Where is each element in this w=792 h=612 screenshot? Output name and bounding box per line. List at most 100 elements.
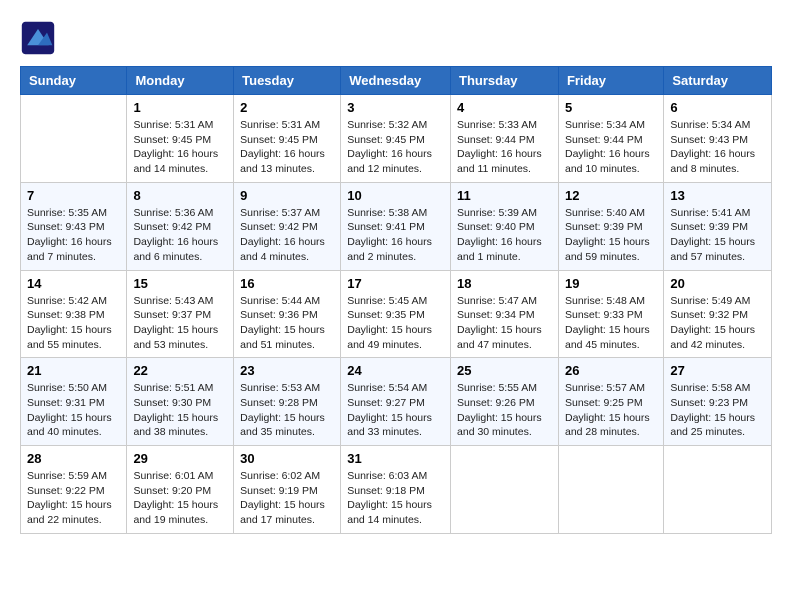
cell-info: Sunrise: 5:48 AM Sunset: 9:33 PM Dayligh… [565, 294, 657, 353]
day-header-wednesday: Wednesday [341, 67, 451, 95]
cell-info: Sunrise: 6:02 AM Sunset: 9:19 PM Dayligh… [240, 469, 334, 528]
cell-info: Sunrise: 5:31 AM Sunset: 9:45 PM Dayligh… [240, 118, 334, 177]
cell-info: Sunrise: 5:44 AM Sunset: 9:36 PM Dayligh… [240, 294, 334, 353]
calendar-table: SundayMondayTuesdayWednesdayThursdayFrid… [20, 66, 772, 534]
calendar-cell: 25Sunrise: 5:55 AM Sunset: 9:26 PM Dayli… [451, 358, 559, 446]
week-row-2: 7 Sunrise: 5:35 AM Sunset: 9:43 PM Daylig… [21, 182, 772, 270]
logo-icon [20, 20, 56, 56]
date-number: 28 [27, 451, 120, 466]
cell-info: Sunrise: 5:59 AM Sunset: 9:22 PM Dayligh… [27, 469, 120, 528]
day-header-monday: Monday [127, 67, 234, 95]
calendar-cell: 21 Sunrise: 5:50 AM Sunset: 9:31 PM Dayli… [21, 358, 127, 446]
week-row-4: 21 Sunrise: 5:50 AM Sunset: 9:31 PM Dayli… [21, 358, 772, 446]
calendar-header-row: SundayMondayTuesdayWednesdayThursdayFrid… [21, 67, 772, 95]
date-number: 21 [27, 363, 120, 378]
calendar-cell: 12 Sunrise: 5:40 AM Sunset: 9:39 PM Dayli… [558, 182, 663, 270]
calendar-cell: 4 Sunrise: 5:33 AM Sunset: 9:44 PM Daylig… [451, 95, 559, 183]
cell-info: Sunrise: 5:38 AM Sunset: 9:41 PM Dayligh… [347, 206, 444, 265]
calendar-body: 1 Sunrise: 5:31 AM Sunset: 9:45 PM Daylig… [21, 95, 772, 534]
date-number: 13 [670, 188, 765, 203]
date-number: 1 [133, 100, 227, 115]
cell-info: Sunrise: 5:41 AM Sunset: 9:39 PM Dayligh… [670, 206, 765, 265]
calendar-cell [21, 95, 127, 183]
calendar-cell: 19 Sunrise: 5:48 AM Sunset: 9:33 PM Dayli… [558, 270, 663, 358]
calendar-cell: 9Sunrise: 5:37 AM Sunset: 9:42 PM Daylig… [234, 182, 341, 270]
date-number: 11 [457, 188, 552, 203]
page-header [20, 20, 772, 56]
cell-info: Sunrise: 5:54 AM Sunset: 9:27 PM Dayligh… [347, 381, 444, 440]
calendar-cell: 7 Sunrise: 5:35 AM Sunset: 9:43 PM Daylig… [21, 182, 127, 270]
date-number: 29 [133, 451, 227, 466]
cell-info: Sunrise: 5:43 AM Sunset: 9:37 PM Dayligh… [133, 294, 227, 353]
cell-info: Sunrise: 5:58 AM Sunset: 9:23 PM Dayligh… [670, 381, 765, 440]
date-number: 19 [565, 276, 657, 291]
cell-info: Sunrise: 5:33 AM Sunset: 9:44 PM Dayligh… [457, 118, 552, 177]
cell-info: Sunrise: 5:35 AM Sunset: 9:43 PM Dayligh… [27, 206, 120, 265]
cell-info: Sunrise: 5:42 AM Sunset: 9:38 PM Dayligh… [27, 294, 120, 353]
calendar-cell: 29 Sunrise: 6:01 AM Sunset: 9:20 PM Dayli… [127, 446, 234, 534]
cell-info: Sunrise: 6:01 AM Sunset: 9:20 PM Dayligh… [133, 469, 227, 528]
calendar-cell: 31 Sunrise: 6:03 AM Sunset: 9:18 PM Dayli… [341, 446, 451, 534]
week-row-1: 1 Sunrise: 5:31 AM Sunset: 9:45 PM Daylig… [21, 95, 772, 183]
calendar-cell: 6 Sunrise: 5:34 AM Sunset: 9:43 PM Daylig… [664, 95, 772, 183]
date-number: 2 [240, 100, 334, 115]
calendar-cell: 24 Sunrise: 5:54 AM Sunset: 9:27 PM Dayli… [341, 358, 451, 446]
date-number: 24 [347, 363, 444, 378]
cell-info: Sunrise: 6:03 AM Sunset: 9:18 PM Dayligh… [347, 469, 444, 528]
date-number: 12 [565, 188, 657, 203]
calendar-cell: 2 Sunrise: 5:31 AM Sunset: 9:45 PM Daylig… [234, 95, 341, 183]
calendar-cell: 16 Sunrise: 5:44 AM Sunset: 9:36 PM Dayli… [234, 270, 341, 358]
cell-info: Sunrise: 5:55 AM Sunset: 9:26 PM Dayligh… [457, 381, 552, 440]
cell-info: Sunrise: 5:50 AM Sunset: 9:31 PM Dayligh… [27, 381, 120, 440]
cell-info: Sunrise: 5:57 AM Sunset: 9:25 PM Dayligh… [565, 381, 657, 440]
calendar-cell: 8 Sunrise: 5:36 AM Sunset: 9:42 PM Daylig… [127, 182, 234, 270]
calendar-cell: 28 Sunrise: 5:59 AM Sunset: 9:22 PM Dayli… [21, 446, 127, 534]
date-number: 18 [457, 276, 552, 291]
date-number: 8 [133, 188, 227, 203]
cell-info: Sunrise: 5:47 AM Sunset: 9:34 PM Dayligh… [457, 294, 552, 353]
day-header-thursday: Thursday [451, 67, 559, 95]
calendar-cell: 1 Sunrise: 5:31 AM Sunset: 9:45 PM Daylig… [127, 95, 234, 183]
calendar-cell: 20Sunrise: 5:49 AM Sunset: 9:32 PM Dayli… [664, 270, 772, 358]
calendar-cell: 13 Sunrise: 5:41 AM Sunset: 9:39 PM Dayli… [664, 182, 772, 270]
logo [20, 20, 62, 56]
cell-info: Sunrise: 5:31 AM Sunset: 9:45 PM Dayligh… [133, 118, 227, 177]
date-number: 3 [347, 100, 444, 115]
day-header-sunday: Sunday [21, 67, 127, 95]
calendar-cell: 11Sunrise: 5:39 AM Sunset: 9:40 PM Dayli… [451, 182, 559, 270]
calendar-cell: 30 Sunrise: 6:02 AM Sunset: 9:19 PM Dayli… [234, 446, 341, 534]
date-number: 22 [133, 363, 227, 378]
week-row-3: 14Sunrise: 5:42 AM Sunset: 9:38 PM Dayli… [21, 270, 772, 358]
date-number: 30 [240, 451, 334, 466]
date-number: 9 [240, 188, 334, 203]
date-number: 27 [670, 363, 765, 378]
calendar-cell [451, 446, 559, 534]
calendar-cell: 26Sunrise: 5:57 AM Sunset: 9:25 PM Dayli… [558, 358, 663, 446]
day-header-saturday: Saturday [664, 67, 772, 95]
calendar-cell: 15Sunrise: 5:43 AM Sunset: 9:37 PM Dayli… [127, 270, 234, 358]
cell-info: Sunrise: 5:53 AM Sunset: 9:28 PM Dayligh… [240, 381, 334, 440]
cell-info: Sunrise: 5:34 AM Sunset: 9:44 PM Dayligh… [565, 118, 657, 177]
date-number: 6 [670, 100, 765, 115]
cell-info: Sunrise: 5:34 AM Sunset: 9:43 PM Dayligh… [670, 118, 765, 177]
calendar-cell: 23Sunrise: 5:53 AM Sunset: 9:28 PM Dayli… [234, 358, 341, 446]
day-header-tuesday: Tuesday [234, 67, 341, 95]
calendar-cell: 3 Sunrise: 5:32 AM Sunset: 9:45 PM Daylig… [341, 95, 451, 183]
date-number: 31 [347, 451, 444, 466]
cell-info: Sunrise: 5:45 AM Sunset: 9:35 PM Dayligh… [347, 294, 444, 353]
date-number: 5 [565, 100, 657, 115]
cell-info: Sunrise: 5:36 AM Sunset: 9:42 PM Dayligh… [133, 206, 227, 265]
date-number: 4 [457, 100, 552, 115]
calendar-cell: 27 Sunrise: 5:58 AM Sunset: 9:23 PM Dayli… [664, 358, 772, 446]
cell-info: Sunrise: 5:40 AM Sunset: 9:39 PM Dayligh… [565, 206, 657, 265]
cell-info: Sunrise: 5:51 AM Sunset: 9:30 PM Dayligh… [133, 381, 227, 440]
calendar-cell: 18 Sunrise: 5:47 AM Sunset: 9:34 PM Dayli… [451, 270, 559, 358]
calendar-cell [558, 446, 663, 534]
date-number: 7 [27, 188, 120, 203]
day-header-friday: Friday [558, 67, 663, 95]
date-number: 16 [240, 276, 334, 291]
calendar-cell: 5 Sunrise: 5:34 AM Sunset: 9:44 PM Daylig… [558, 95, 663, 183]
date-number: 20 [670, 276, 765, 291]
cell-info: Sunrise: 5:32 AM Sunset: 9:45 PM Dayligh… [347, 118, 444, 177]
calendar-cell: 10Sunrise: 5:38 AM Sunset: 9:41 PM Dayli… [341, 182, 451, 270]
